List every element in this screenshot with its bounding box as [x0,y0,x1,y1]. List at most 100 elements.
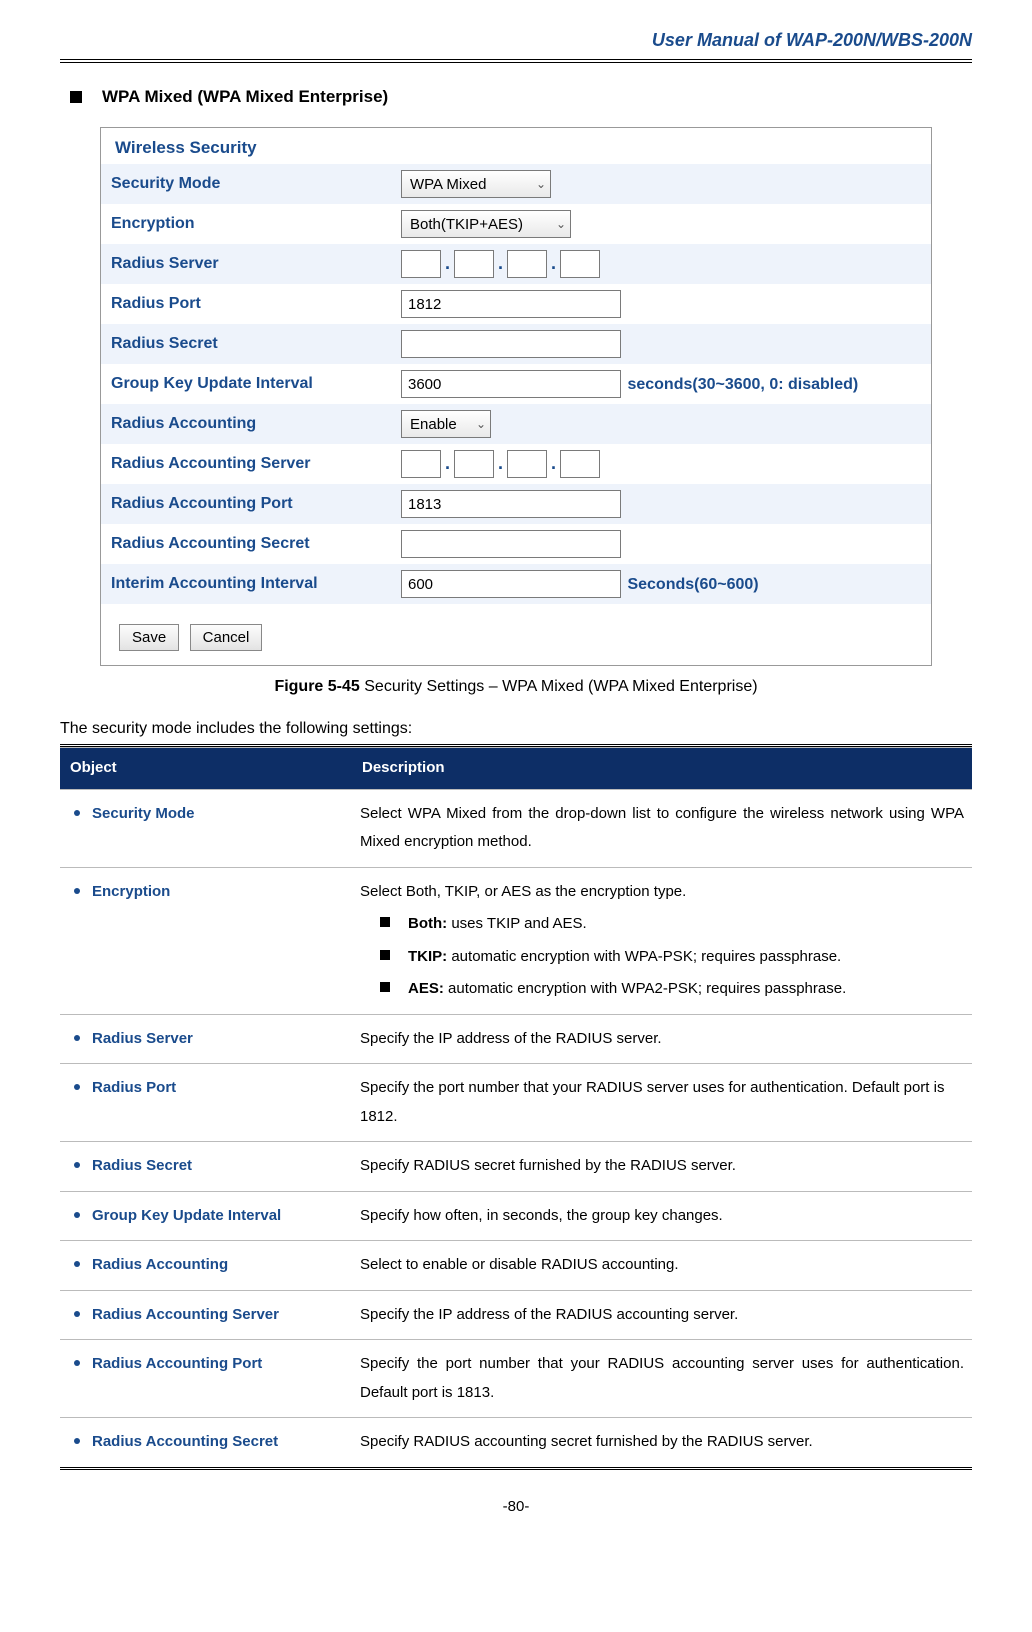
dot-icon: . [445,453,450,473]
desc-text: Select WPA Mixed from the drop-down list… [352,789,972,867]
acct-server-octet2[interactable] [454,450,494,478]
label-radius-secret: Radius Secret [101,324,391,364]
encryption-select[interactable]: Both(TKIP+AES) ⌄ [401,210,571,238]
settings-table: Object Description Security Mode Select … [60,747,972,1467]
radius-server-octet4[interactable] [560,250,600,278]
obj-label: Radius Accounting Secret [92,1433,278,1450]
desc-cell: Select Both, TKIP, or AES as the encrypt… [352,867,972,1014]
page-footer: -80- [60,1498,972,1515]
bullet-icon [74,1360,80,1366]
chevron-down-icon: ⌄ [476,417,486,431]
divider-top [60,59,972,63]
security-mode-select[interactable]: WPA Mixed ⌄ [401,170,551,198]
acct-secret-input[interactable] [401,530,621,558]
radius-port-input[interactable] [401,290,621,318]
obj-label: Group Key Update Interval [92,1207,281,1224]
label-radius-port: Radius Port [101,284,391,324]
desc-text: Specify the IP address of the RADIUS acc… [352,1290,972,1340]
radius-server-octet1[interactable] [401,250,441,278]
sub-text: automatic encryption with WPA2-PSK; requ… [444,980,846,997]
label-group-key: Group Key Update Interval [101,364,391,404]
dot-icon: . [498,453,503,473]
label-interim: Interim Accounting Interval [101,564,391,604]
obj-label: Radius Secret [92,1157,192,1174]
security-mode-value: WPA Mixed [410,176,486,193]
chevron-down-icon: ⌄ [556,217,566,231]
acct-server-octet4[interactable] [560,450,600,478]
square-bullet-icon [70,91,82,103]
table-row: Radius Secret Specify RADIUS secret furn… [60,1142,972,1192]
caption-rest: Security Settings – WPA Mixed (WPA Mixed… [360,678,758,695]
header-description: Description [352,748,972,790]
label-security-mode: Security Mode [101,164,391,204]
dot-icon: . [445,253,450,273]
caption-bold: Figure 5-45 [274,678,359,695]
form-table: Security Mode WPA Mixed ⌄ Encryption Bot… [101,164,931,604]
table-row: Radius Accounting Select to enable or di… [60,1241,972,1291]
acct-server-octet1[interactable] [401,450,441,478]
radius-acct-value: Enable [410,416,457,433]
header-object: Object [60,748,352,790]
obj-label: Radius Accounting Port [92,1355,262,1372]
figure-caption: Figure 5-45 Security Settings – WPA Mixe… [60,678,972,696]
save-button[interactable]: Save [119,624,179,651]
table-row: Security Mode Select WPA Mixed from the … [60,789,972,867]
settings-table-wrap: Object Description Security Mode Select … [60,744,972,1470]
chevron-down-icon: ⌄ [536,177,546,191]
bullet-icon [74,1084,80,1090]
bullet-icon [74,1438,80,1444]
square-bullet-icon [380,982,390,992]
bullet-icon [74,888,80,894]
square-bullet-icon [380,950,390,960]
radius-server-ip: ... [391,244,931,284]
bullet-icon [74,810,80,816]
desc-text: Specify RADIUS accounting secret furnish… [352,1418,972,1467]
sub-text: uses TKIP and AES. [447,915,587,932]
obj-label: Radius Port [92,1079,176,1096]
obj-label: Encryption [92,883,170,900]
label-radius-server: Radius Server [101,244,391,284]
section-heading: WPA Mixed (WPA Mixed Enterprise) [70,87,972,107]
sub-item: AES: automatic encryption with WPA2-PSK;… [380,975,964,1004]
intro-text: The security mode includes the following… [60,720,972,738]
table-row: Radius Accounting Port Specify the port … [60,1340,972,1418]
interim-suffix: Seconds(60~600) [627,576,758,593]
dot-icon: . [551,453,556,473]
desc-text: Specify how often, in seconds, the group… [352,1191,972,1241]
radius-acct-select[interactable]: Enable ⌄ [401,410,491,438]
dot-icon: . [498,253,503,273]
table-row: Radius Server Specify the IP address of … [60,1014,972,1064]
radius-secret-input[interactable] [401,330,621,358]
settings-panel: Wireless Security Security Mode WPA Mixe… [100,127,932,666]
desc-text: Specify the IP address of the RADIUS ser… [352,1014,972,1064]
section-title: WPA Mixed (WPA Mixed Enterprise) [102,87,388,107]
interim-input[interactable] [401,570,621,598]
desc-text: Select to enable or disable RADIUS accou… [352,1241,972,1291]
page-header: User Manual of WAP-200N/WBS-200N [60,30,972,59]
radius-server-octet2[interactable] [454,250,494,278]
dot-icon: . [551,253,556,273]
radius-server-octet3[interactable] [507,250,547,278]
obj-label: Security Mode [92,805,195,822]
acct-port-input[interactable] [401,490,621,518]
acct-server-octet3[interactable] [507,450,547,478]
table-row: Radius Port Specify the port number that… [60,1064,972,1142]
table-row: Radius Accounting Server Specify the IP … [60,1290,972,1340]
encryption-value: Both(TKIP+AES) [410,216,523,233]
table-row: Radius Accounting Secret Specify RADIUS … [60,1418,972,1467]
group-key-input[interactable] [401,370,621,398]
acct-server-ip: ... [391,444,931,484]
table-header: Object Description [60,748,972,790]
table-row: Group Key Update Interval Specify how of… [60,1191,972,1241]
label-encryption: Encryption [101,204,391,244]
group-key-suffix: seconds(30~3600, 0: disabled) [627,376,858,393]
bullet-icon [74,1212,80,1218]
label-acct-secret: Radius Accounting Secret [101,524,391,564]
panel-title: Wireless Security [101,128,931,164]
cancel-button[interactable]: Cancel [190,624,263,651]
desc-text: Specify the port number that your RADIUS… [352,1064,972,1142]
sub-text: automatic encryption with WPA-PSK; requi… [447,948,841,965]
bullet-icon [74,1261,80,1267]
label-radius-acct: Radius Accounting [101,404,391,444]
desc-text: Specify RADIUS secret furnished by the R… [352,1142,972,1192]
